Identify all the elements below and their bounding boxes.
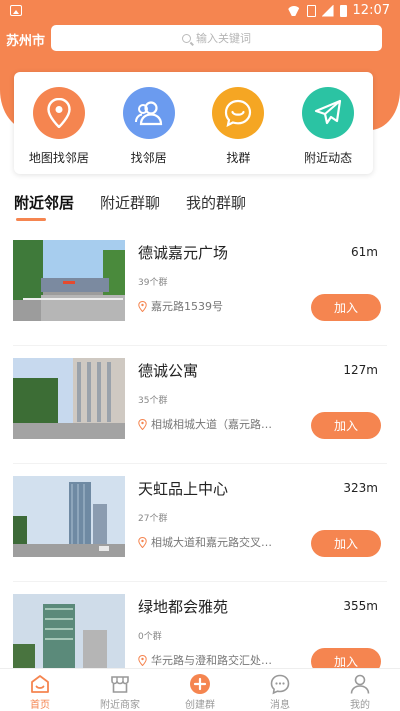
place-photo: [13, 358, 125, 439]
feature-label: 找邻居: [130, 151, 167, 165]
list-item[interactable]: 天虹品上中心 323m 27个群 相城大道和嘉元路交叉… 加入: [0, 464, 400, 582]
place-distance: 61m: [351, 245, 378, 259]
nav-label: 我的: [350, 700, 370, 711]
feature-label: 地图找邻居: [28, 151, 89, 165]
tab-bar: 附近邻居 附近群聊 我的群聊: [14, 192, 386, 222]
battery-icon: [339, 4, 347, 17]
place-photo: [13, 240, 125, 321]
wifi-icon: [287, 6, 301, 16]
map-pin-icon: [32, 87, 85, 139]
nav-label: 消息: [270, 700, 290, 711]
nav-me[interactable]: 我的: [320, 669, 400, 711]
city-selector[interactable]: 苏州市: [6, 30, 45, 49]
place-photo: [13, 594, 125, 675]
app-screen: 12:07 苏州市 输入关键词 地图找邻居 找邻居 找群 附近动态 附近邻居 附…: [0, 0, 400, 711]
place-distance: 127m: [343, 363, 378, 377]
gallery-notification-icon: [10, 5, 22, 16]
feature-find-groups[interactable]: 找群: [194, 72, 284, 174]
status-time: 12:07: [352, 3, 390, 18]
place-photo: [13, 476, 125, 557]
join-button[interactable]: 加入: [311, 294, 381, 321]
feature-label: 附近动态: [304, 151, 353, 165]
place-address: 相城相城大道（嘉元路…: [138, 416, 296, 432]
search-icon: [182, 33, 191, 43]
user-icon: [350, 674, 370, 694]
feature-nearby-moments[interactable]: 附近动态: [283, 72, 373, 174]
place-address: 相城大道和嘉元路交叉…: [138, 534, 296, 550]
nav-nearby-shops[interactable]: 附近商家: [80, 669, 160, 711]
signal-icon: [321, 4, 334, 17]
group-count: 27个群: [138, 514, 168, 524]
tab-my-groups[interactable]: 我的群聊: [186, 192, 246, 222]
users-icon: [122, 87, 175, 139]
address-text: 相城相城大道（嘉元路…: [151, 418, 272, 431]
place-distance: 355m: [343, 599, 378, 613]
group-count: 39个群: [138, 278, 168, 288]
chat-icon: [270, 674, 290, 695]
nav-home[interactable]: 首页: [0, 669, 80, 711]
paper-plane-icon: [302, 87, 355, 139]
location-pin-icon: [138, 654, 147, 666]
join-button[interactable]: 加入: [311, 412, 381, 439]
place-name: 绿地都会雅苑: [138, 598, 229, 616]
place-distance: 323m: [343, 481, 378, 495]
bottom-nav: 首页 附近商家 创建群 消息 我的: [0, 668, 400, 711]
address-text: 华元路与澄和路交汇处…: [151, 654, 272, 667]
tab-nearby-groups[interactable]: 附近群聊: [100, 192, 160, 222]
smile-icon: [212, 87, 265, 139]
address-text: 嘉元路1539号: [151, 300, 223, 313]
list-item[interactable]: 德诚嘉元广场 61m 39个群 嘉元路1539号 加入: [0, 228, 400, 346]
place-address: 华元路与澄和路交汇处…: [138, 652, 296, 668]
group-count: 0个群: [138, 632, 162, 642]
nav-messages[interactable]: 消息: [240, 669, 320, 711]
location-pin-icon: [138, 300, 147, 312]
location-pin-icon: [138, 536, 147, 548]
no-sim-icon: [306, 4, 316, 17]
home-icon: [31, 675, 49, 693]
group-count: 35个群: [138, 396, 168, 406]
feature-label: 找群: [226, 151, 251, 165]
feature-card: 地图找邻居 找邻居 找群 附近动态: [14, 72, 373, 174]
place-name: 德诚公寓: [138, 362, 199, 380]
place-name: 德诚嘉元广场: [138, 244, 229, 262]
search-input[interactable]: 输入关键词: [51, 25, 382, 51]
nav-label: 附近商家: [100, 700, 140, 711]
feature-map-neighbors[interactable]: 地图找邻居: [14, 72, 104, 174]
nav-create-group[interactable]: 创建群: [160, 669, 240, 711]
place-address: 嘉元路1539号: [138, 298, 296, 314]
plus-circle-icon: [190, 674, 210, 694]
nav-label: 首页: [30, 700, 50, 711]
place-name: 天虹品上中心: [138, 480, 229, 498]
address-text: 相城大道和嘉元路交叉…: [151, 536, 272, 549]
status-bar: 12:07: [0, 0, 400, 24]
location-pin-icon: [138, 418, 147, 430]
active-tab-indicator: [16, 218, 46, 221]
nav-label: 创建群: [185, 700, 215, 711]
shop-icon: [111, 676, 129, 693]
list-item[interactable]: 德诚公寓 127m 35个群 相城相城大道（嘉元路… 加入: [0, 346, 400, 464]
feature-find-neighbors[interactable]: 找邻居: [104, 72, 194, 174]
join-button[interactable]: 加入: [311, 530, 381, 557]
search-placeholder: 输入关键词: [196, 32, 251, 45]
